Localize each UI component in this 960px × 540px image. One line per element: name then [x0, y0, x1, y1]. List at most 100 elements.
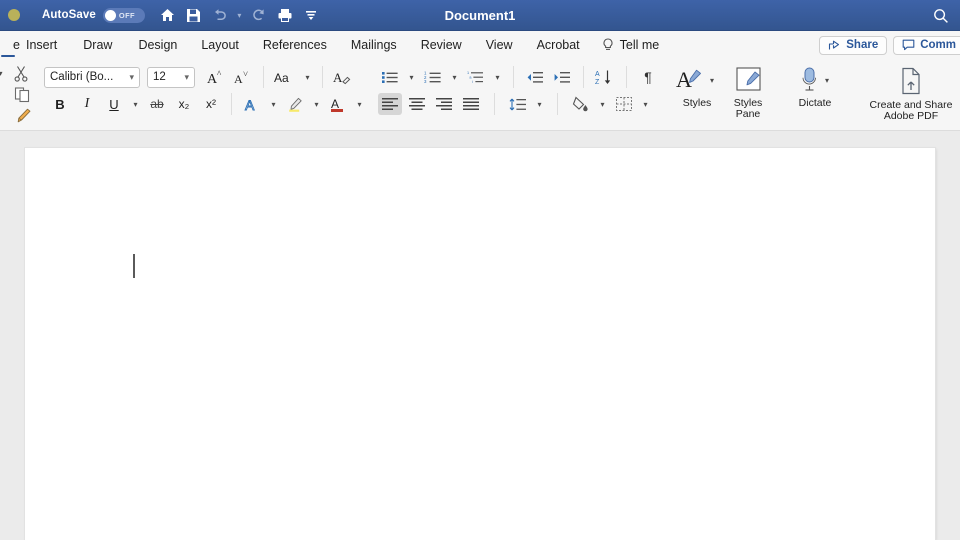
document-page[interactable] [25, 148, 935, 540]
text-effects-button[interactable]: A [240, 93, 264, 115]
window-close-icon[interactable] [8, 9, 20, 21]
font-color-chevron-down-icon[interactable]: ▾ [353, 93, 366, 115]
clear-formatting-button[interactable]: A [331, 66, 355, 88]
font-size-value: 12 [153, 71, 166, 83]
styles-pane-button[interactable]: Styles Pane [722, 59, 774, 120]
subscript-button[interactable]: x₂ [172, 93, 196, 115]
tab-references[interactable]: References [263, 31, 327, 59]
paste-chevron-down-icon[interactable]: ▾ [0, 63, 7, 85]
align-right-button[interactable] [432, 93, 456, 115]
redo-icon[interactable] [246, 3, 272, 27]
autosave-toggle[interactable]: OFF [102, 7, 145, 23]
styles-label: Styles [682, 97, 712, 109]
align-center-button[interactable] [405, 93, 429, 115]
undo-chevron-down-icon[interactable]: ▾ [233, 11, 246, 20]
font-row-1: Calibri (Bo... ▾ 12 ▾ A ^ A ˅ Aa ▾ A [44, 65, 355, 89]
bullets-chevron-down-icon[interactable]: ▾ [405, 66, 418, 88]
vertical-scrollbar[interactable] [946, 131, 960, 540]
tab-view[interactable]: View [486, 31, 513, 59]
document-canvas[interactable] [0, 131, 960, 540]
ribbon-tab-bar: e Insert Draw Design Layout References M… [0, 31, 960, 59]
underline-button[interactable]: U [102, 93, 126, 115]
multilevel-list-button[interactable]: 1ai [464, 66, 488, 88]
svg-text:A: A [245, 97, 255, 113]
create-share-adobe-pdf-button[interactable]: Create and Share Adobe PDF [862, 59, 960, 122]
tab-acrobat[interactable]: Acrobat [537, 31, 580, 59]
superscript-label: x² [206, 97, 216, 111]
dictate-icon-wrap: ▾ [797, 66, 834, 94]
underline-chevron-down-icon[interactable]: ▾ [129, 93, 142, 115]
font-family-select[interactable]: Calibri (Bo... ▾ [44, 66, 140, 88]
shrink-font-button[interactable]: A ˅ [231, 66, 255, 88]
strikethrough-label: ab [150, 97, 164, 111]
multilevel-list-chevron-down-icon[interactable]: ▾ [491, 66, 504, 88]
svg-text:Z: Z [595, 79, 600, 86]
font-size-select[interactable]: 12 ▾ [147, 66, 195, 88]
lightbulb-icon [602, 38, 614, 52]
bold-button[interactable]: B [48, 93, 72, 115]
decrease-indent-button[interactable] [523, 66, 547, 88]
dictate-button[interactable]: ▾ Dictate [786, 59, 844, 109]
increase-indent-button[interactable] [550, 66, 574, 88]
tell-me-button[interactable]: Tell me [602, 31, 659, 59]
save-icon[interactable] [181, 3, 207, 27]
change-case-chevron-down-icon[interactable]: ▾ [301, 66, 314, 88]
home-icon[interactable] [155, 3, 181, 27]
line-spacing-button[interactable] [506, 93, 530, 115]
undo-icon[interactable] [207, 3, 233, 27]
styles-pane-line2: Pane [735, 108, 761, 120]
borders-chevron-down-icon[interactable]: ▾ [639, 93, 652, 115]
numbering-button[interactable]: 123 [421, 66, 445, 88]
strikethrough-button[interactable]: ab [145, 93, 169, 115]
svg-text:3: 3 [424, 79, 427, 84]
shading-chevron-down-icon[interactable]: ▾ [596, 93, 609, 115]
line-spacing-chevron-down-icon[interactable]: ▾ [533, 93, 546, 115]
shading-button[interactable] [569, 93, 593, 115]
numbering-chevron-down-icon[interactable]: ▾ [448, 66, 461, 88]
tab-mailings[interactable]: Mailings [351, 31, 397, 59]
sort-button[interactable]: AZ [593, 66, 617, 88]
justify-button[interactable] [459, 93, 483, 115]
styles-chevron-down-icon[interactable]: ▾ [706, 69, 719, 91]
highlight-button[interactable] [283, 93, 307, 115]
tab-layout[interactable]: Layout [201, 31, 239, 59]
borders-button[interactable] [612, 93, 636, 115]
text-effects-chevron-down-icon[interactable]: ▾ [267, 93, 280, 115]
superscript-button[interactable]: x² [199, 93, 223, 115]
comments-label: Comm [920, 39, 956, 51]
bullets-button[interactable] [378, 66, 402, 88]
chevron-down-icon: ▾ [184, 71, 189, 82]
share-label: Share [846, 39, 879, 51]
print-icon[interactable] [272, 3, 298, 27]
format-painter-icon[interactable] [14, 107, 32, 124]
tab-view-label: View [485, 38, 513, 52]
share-icon [828, 39, 841, 51]
show-formatting-marks-button[interactable]: ¶ [636, 66, 660, 88]
comments-button[interactable]: Comm [893, 35, 960, 55]
grow-font-button[interactable]: A ^ [204, 66, 228, 88]
tab-home-label: e [13, 38, 20, 52]
tab-design[interactable]: Design [138, 31, 177, 59]
styles-button[interactable]: A ▾ Styles [672, 59, 722, 109]
search-icon[interactable] [930, 5, 952, 27]
customize-toolbar-icon[interactable] [298, 3, 324, 27]
tab-home[interactable]: e [0, 31, 20, 59]
tab-draw[interactable]: Draw [83, 31, 112, 59]
change-case-button[interactable]: Aa [272, 66, 298, 88]
tab-insert[interactable]: Insert [26, 31, 57, 59]
tab-review[interactable]: Review [421, 31, 462, 59]
subscript-label: x₂ [178, 97, 190, 111]
tab-acrobat-label: Acrobat [536, 38, 580, 52]
font-color-button[interactable]: A [326, 93, 350, 115]
ribbon-group-styles: A ▾ Styles Styles Pane [672, 59, 774, 131]
cut-icon[interactable] [13, 65, 29, 82]
copy-icon[interactable] [14, 86, 31, 103]
svg-text:Aa: Aa [274, 71, 289, 85]
italic-button[interactable]: I [75, 93, 99, 115]
share-button[interactable]: Share [819, 35, 888, 55]
autosave-control[interactable]: AutoSave OFF [42, 7, 145, 23]
svg-text:i: i [472, 80, 473, 84]
align-left-button[interactable] [378, 93, 402, 115]
dictate-chevron-down-icon[interactable]: ▾ [821, 69, 834, 91]
highlight-chevron-down-icon[interactable]: ▾ [310, 93, 323, 115]
